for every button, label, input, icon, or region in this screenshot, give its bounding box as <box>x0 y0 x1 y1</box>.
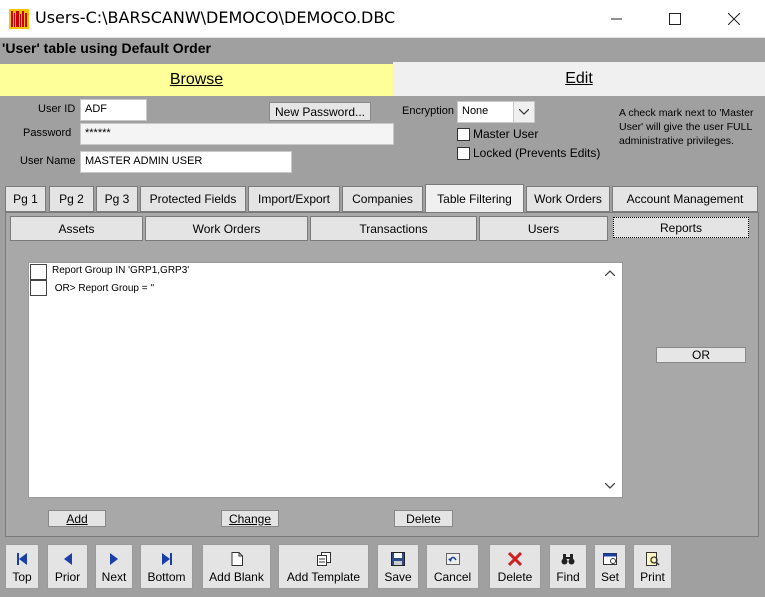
settings-window-icon <box>603 553 617 565</box>
next-record-icon <box>110 553 118 565</box>
undo-icon <box>445 553 460 565</box>
delete-filter-button[interactable]: Delete <box>394 510 453 527</box>
blank-page-icon <box>231 552 243 566</box>
prior-button[interactable]: Prior <box>47 544 88 589</box>
prior-label: Prior <box>54 570 81 584</box>
master-user-help-text: A check mark next to 'Master User' will … <box>619 107 754 147</box>
locked-checkbox[interactable] <box>457 147 470 160</box>
password-label: Password <box>23 127 72 139</box>
add-blank-label: Add Blank <box>209 570 264 584</box>
filter-row-text: OR> Report Group = '' <box>52 283 155 294</box>
master-user-label: Master User <box>473 127 539 141</box>
bottom-label: Bottom <box>147 570 186 584</box>
tab-account-management[interactable]: Account Management <box>612 186 758 212</box>
prior-record-icon <box>63 553 72 565</box>
print-button[interactable]: Print <box>633 544 672 589</box>
filter-row-checkbox[interactable] <box>30 280 47 296</box>
scroll-down-icon[interactable] <box>603 479 617 493</box>
title-bar: Users-C:\BARSCANW\DEMOCO\DEMOCO.DBC <box>0 0 765 38</box>
first-record-icon <box>17 553 27 565</box>
user-id-field[interactable]: ADF <box>80 99 147 121</box>
save-label: Save <box>384 570 412 584</box>
find-button[interactable]: Find <box>549 544 587 589</box>
user-name-label: User Name <box>20 155 76 167</box>
subtab-transactions[interactable]: Transactions <box>310 216 477 241</box>
find-label: Find <box>556 570 580 584</box>
user-id-label: User ID <box>38 103 76 115</box>
window-title: Users-C:\BARSCANW\DEMOCO\DEMOCO.DBC <box>35 8 396 27</box>
filter-row-text: Report Group IN 'GRP1,GRP3' <box>52 265 190 276</box>
cancel-label: Cancel <box>433 570 472 584</box>
tab-pg3[interactable]: Pg 3 <box>96 186 138 212</box>
add-template-label: Add Template <box>286 570 361 584</box>
user-name-field[interactable]: MASTER ADMIN USER <box>80 151 292 173</box>
password-field[interactable]: ****** <box>80 123 394 145</box>
save-button[interactable]: Save <box>377 544 419 589</box>
next-label: Next <box>101 570 127 584</box>
print-label: Print <box>640 570 665 584</box>
app-icon <box>9 9 29 29</box>
table-caption: 'User' table using Default Order <box>2 40 211 56</box>
add-filter-button[interactable]: Add <box>48 510 106 527</box>
subtab-work-orders[interactable]: Work Orders <box>145 216 308 241</box>
close-button[interactable] <box>705 0 763 38</box>
maximize-button[interactable] <box>646 0 704 38</box>
last-record-icon <box>161 553 172 565</box>
locked-label: Locked (Prevents Edits) <box>473 146 601 160</box>
next-button[interactable]: Next <box>95 544 133 589</box>
or-button[interactable]: OR <box>656 347 746 363</box>
subtab-users[interactable]: Users <box>479 216 608 241</box>
set-label: Set <box>600 570 619 584</box>
subtab-reports[interactable]: Reports <box>613 217 749 238</box>
filter-row-checkbox[interactable] <box>30 264 47 280</box>
cancel-button[interactable]: Cancel <box>426 544 479 589</box>
add-blank-button[interactable]: Add Blank <box>202 544 271 589</box>
scroll-up-icon[interactable] <box>603 266 617 280</box>
add-template-button[interactable]: Add Template <box>278 544 369 589</box>
tab-import-export[interactable]: Import/Export <box>248 186 340 212</box>
change-filter-button[interactable]: Change <box>221 510 279 527</box>
tab-pg2[interactable]: Pg 2 <box>49 186 94 212</box>
tab-companies[interactable]: Companies <box>342 186 423 212</box>
encryption-label: Encryption <box>402 105 454 117</box>
encryption-value: None <box>462 105 489 117</box>
tab-pg1[interactable]: Pg 1 <box>5 186 46 212</box>
delete-button[interactable]: Delete <box>489 544 541 589</box>
new-password-button[interactable]: New Password... <box>269 102 371 121</box>
tab-protected-fields[interactable]: Protected Fields <box>140 186 246 212</box>
filter-list[interactable] <box>28 262 623 498</box>
browse-tab[interactable]: Browse <box>0 64 393 96</box>
print-preview-icon <box>645 552 660 566</box>
top-button[interactable]: Top <box>5 544 39 589</box>
delete-x-icon <box>508 552 522 566</box>
binoculars-icon <box>561 554 575 565</box>
delete-label: Delete <box>497 570 533 584</box>
template-pages-icon <box>316 552 331 566</box>
chevron-down-icon[interactable] <box>513 102 534 122</box>
subtab-assets[interactable]: Assets <box>10 216 143 241</box>
tab-table-filtering[interactable]: Table Filtering <box>425 184 524 213</box>
floppy-disk-icon <box>391 552 405 566</box>
master-user-checkbox[interactable] <box>457 128 470 141</box>
set-button[interactable]: Set <box>594 544 626 589</box>
top-label: Top <box>12 570 32 584</box>
bottom-button[interactable]: Bottom <box>140 544 193 589</box>
edit-tab[interactable]: Edit <box>393 62 765 96</box>
tab-work-orders[interactable]: Work Orders <box>526 186 610 212</box>
minimize-button[interactable] <box>588 0 646 38</box>
